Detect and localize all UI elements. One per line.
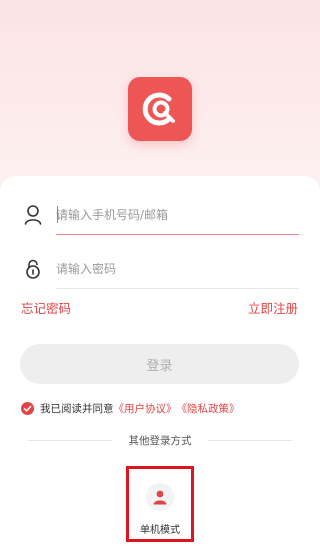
divider-left: [28, 440, 112, 441]
text-cursor: [57, 206, 58, 223]
register-link[interactable]: 立即注册: [248, 298, 298, 317]
single-mode-label: 单机模式: [140, 525, 180, 536]
divider-right: [208, 440, 292, 441]
agreement-row: 我已阅读并同意 《用户协议》 《隐私政策》: [21, 400, 240, 416]
privacy-policy-link[interactable]: 《隐私政策》: [177, 401, 240, 416]
user-agreement-link[interactable]: 《用户协议》: [114, 401, 177, 416]
login-button[interactable]: 登录: [20, 344, 299, 384]
person-icon: [153, 490, 167, 505]
single-mode-avatar: [146, 483, 174, 511]
forgot-password-link[interactable]: 忘记密码: [21, 298, 71, 317]
account-input[interactable]: [56, 205, 286, 225]
account-field: [20, 195, 299, 235]
password-field: [20, 249, 299, 289]
account-underline: [56, 234, 299, 235]
lock-icon: [23, 258, 43, 280]
app-logo-icon: [142, 92, 175, 126]
user-icon: [23, 204, 43, 226]
password-input[interactable]: [56, 259, 286, 279]
other-login-title: 其他登录方式: [128, 435, 192, 447]
single-mode-button[interactable]: 单机模式: [126, 466, 194, 542]
check-icon: [23, 405, 32, 412]
agreement-checkbox[interactable]: [21, 401, 34, 415]
password-underline: [56, 288, 299, 289]
app-logo: [128, 77, 192, 141]
agreement-text: 我已阅读并同意: [40, 402, 114, 415]
